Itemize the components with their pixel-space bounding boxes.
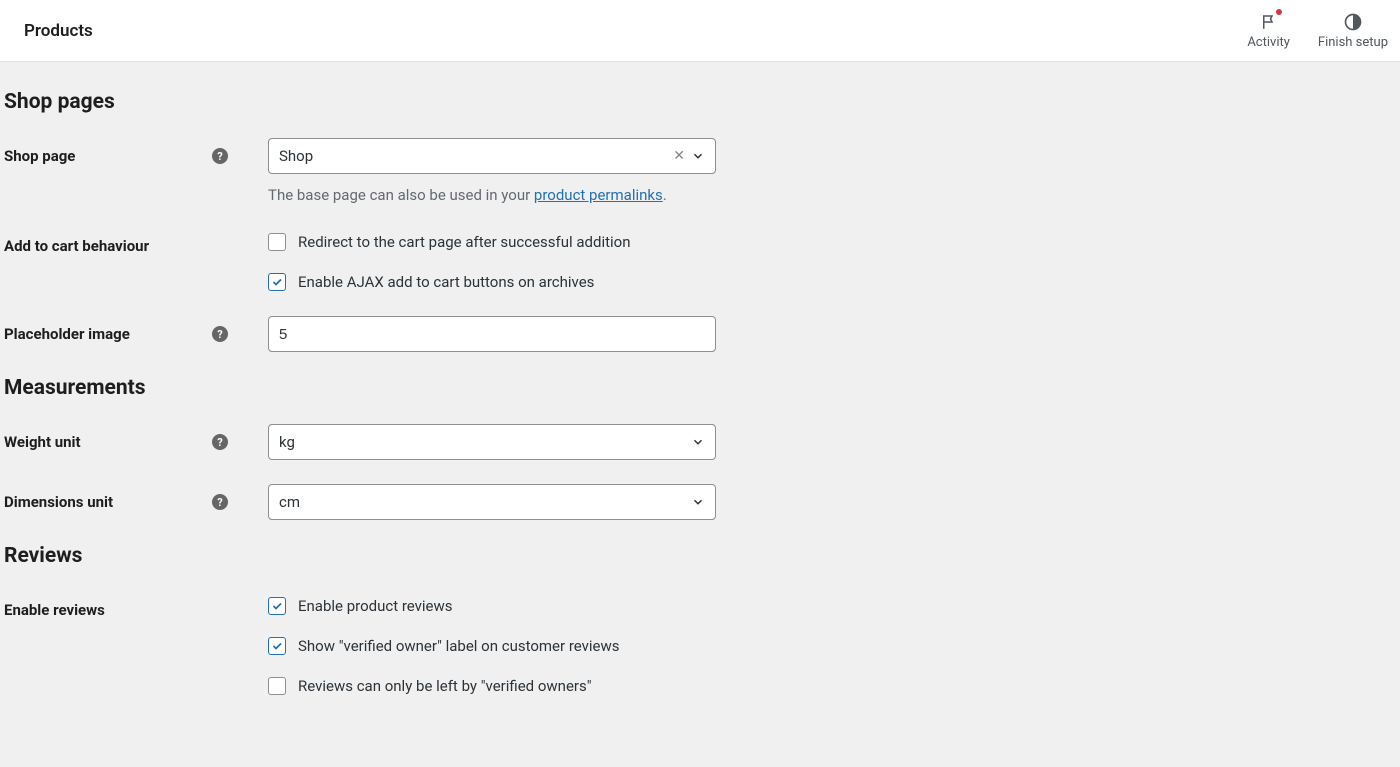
shop-page-label: Shop page bbox=[4, 147, 212, 165]
redirect-option: Redirect to the cart page after successf… bbox=[268, 232, 631, 252]
label-col: Enable reviews bbox=[4, 592, 240, 628]
ajax-label[interactable]: Enable AJAX add to cart buttons on archi… bbox=[298, 273, 594, 291]
enable-product-reviews-label[interactable]: Enable product reviews bbox=[298, 597, 453, 615]
chevron-down-icon[interactable] bbox=[691, 435, 705, 449]
activity-button[interactable]: Activity bbox=[1247, 11, 1290, 50]
row-enable-reviews: Enable reviews Enable product reviews Sh… bbox=[4, 592, 1396, 696]
shop-page-select[interactable]: Shop ✕ bbox=[268, 138, 716, 174]
weight-unit-label: Weight unit bbox=[4, 433, 212, 451]
label-col: Dimensions unit ? bbox=[4, 484, 240, 520]
placeholder-image-label: Placeholder image bbox=[4, 325, 212, 343]
chevron-down-icon[interactable] bbox=[691, 149, 705, 163]
verified-owner-label-text[interactable]: Show "verified owner" label on customer … bbox=[298, 637, 620, 655]
finish-setup-button[interactable]: Finish setup bbox=[1318, 11, 1388, 50]
dimensions-unit-label: Dimensions unit bbox=[4, 493, 212, 511]
only-verified-option: Reviews can only be left by "verified ow… bbox=[268, 676, 620, 696]
help-icon[interactable]: ? bbox=[212, 326, 228, 342]
help-icon[interactable]: ? bbox=[212, 148, 228, 164]
section-heading-reviews: Reviews bbox=[4, 544, 1396, 568]
settings-content: Shop pages Shop page ? Shop ✕ The base p… bbox=[0, 62, 1400, 760]
help-icon[interactable]: ? bbox=[212, 494, 228, 510]
dimensions-unit-select[interactable]: cm bbox=[268, 484, 716, 520]
activity-label: Activity bbox=[1247, 35, 1290, 50]
redirect-checkbox[interactable] bbox=[268, 233, 286, 251]
topbar: Products Activity Finish setup bbox=[0, 0, 1400, 62]
ajax-checkbox[interactable] bbox=[268, 273, 286, 291]
field-col bbox=[240, 316, 716, 352]
redirect-label[interactable]: Redirect to the cart page after successf… bbox=[298, 233, 631, 251]
add-to-cart-label: Add to cart behaviour bbox=[4, 237, 240, 255]
row-dimensions-unit: Dimensions unit ? cm bbox=[4, 484, 1396, 520]
helper-suffix: . bbox=[663, 186, 667, 204]
only-verified-checkbox[interactable] bbox=[268, 677, 286, 695]
label-col: Weight unit ? bbox=[4, 424, 240, 460]
field-col: cm bbox=[240, 484, 716, 520]
row-add-to-cart: Add to cart behaviour Redirect to the ca… bbox=[4, 228, 1396, 292]
label-col: Shop page ? bbox=[4, 138, 240, 174]
ajax-option: Enable AJAX add to cart buttons on archi… bbox=[268, 272, 631, 292]
row-shop-page: Shop page ? Shop ✕ The base page can als… bbox=[4, 138, 1396, 204]
enable-product-reviews-checkbox[interactable] bbox=[268, 597, 286, 615]
only-verified-label[interactable]: Reviews can only be left by "verified ow… bbox=[298, 677, 592, 695]
field-col: Redirect to the cart page after successf… bbox=[240, 228, 631, 292]
enable-reviews-label: Enable reviews bbox=[4, 601, 240, 619]
field-col: Enable product reviews Show "verified ow… bbox=[240, 592, 620, 696]
section-heading-measurements: Measurements bbox=[4, 376, 1396, 400]
page-title: Products bbox=[24, 21, 93, 41]
product-permalinks-link[interactable]: product permalinks bbox=[534, 186, 663, 204]
label-col: Add to cart behaviour bbox=[4, 228, 240, 264]
row-placeholder-image: Placeholder image ? bbox=[4, 316, 1396, 352]
notification-dot bbox=[1276, 9, 1282, 15]
placeholder-image-input-wrap bbox=[268, 316, 716, 352]
weight-unit-select[interactable]: kg bbox=[268, 424, 716, 460]
progress-circle-icon bbox=[1343, 11, 1363, 33]
verified-owner-label-option: Show "verified owner" label on customer … bbox=[268, 636, 620, 656]
shop-page-helper: The base page can also be used in your p… bbox=[268, 186, 716, 204]
field-col: Shop ✕ The base page can also be used in… bbox=[240, 138, 716, 204]
flag-icon bbox=[1260, 11, 1278, 33]
dimensions-unit-value: cm bbox=[279, 493, 691, 511]
verified-owner-label-checkbox[interactable] bbox=[268, 637, 286, 655]
placeholder-image-input[interactable] bbox=[279, 326, 705, 343]
topbar-actions: Activity Finish setup bbox=[1247, 11, 1388, 50]
section-heading-shop-pages: Shop pages bbox=[4, 90, 1396, 114]
label-col: Placeholder image ? bbox=[4, 316, 240, 352]
field-col: kg bbox=[240, 424, 716, 460]
helper-prefix: The base page can also be used in your bbox=[268, 186, 534, 204]
enable-product-reviews-option: Enable product reviews bbox=[268, 596, 620, 616]
finish-setup-label: Finish setup bbox=[1318, 35, 1388, 50]
weight-unit-value: kg bbox=[279, 433, 691, 451]
chevron-down-icon[interactable] bbox=[691, 495, 705, 509]
clear-icon[interactable]: ✕ bbox=[673, 148, 685, 164]
help-icon[interactable]: ? bbox=[212, 434, 228, 450]
shop-page-value: Shop bbox=[279, 147, 673, 165]
row-weight-unit: Weight unit ? kg bbox=[4, 424, 1396, 460]
